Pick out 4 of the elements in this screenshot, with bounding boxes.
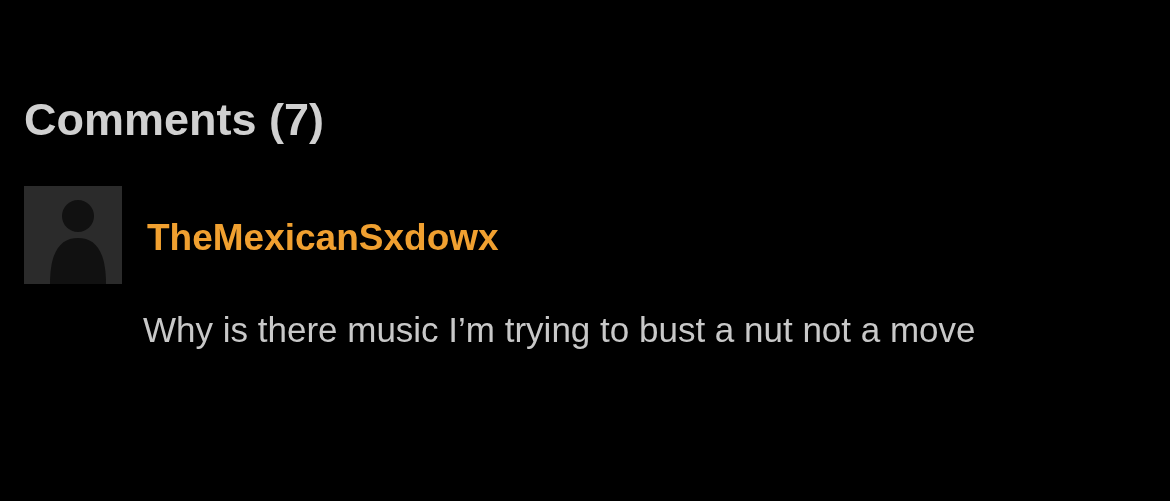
avatar-icon[interactable] xyxy=(24,186,122,284)
comments-heading: Comments (7) xyxy=(24,93,325,147)
comment-text: Why is there music I’m trying to bust a nut not a move xyxy=(143,309,977,351)
username-link[interactable]: TheMexicanSxdowx xyxy=(147,215,499,260)
